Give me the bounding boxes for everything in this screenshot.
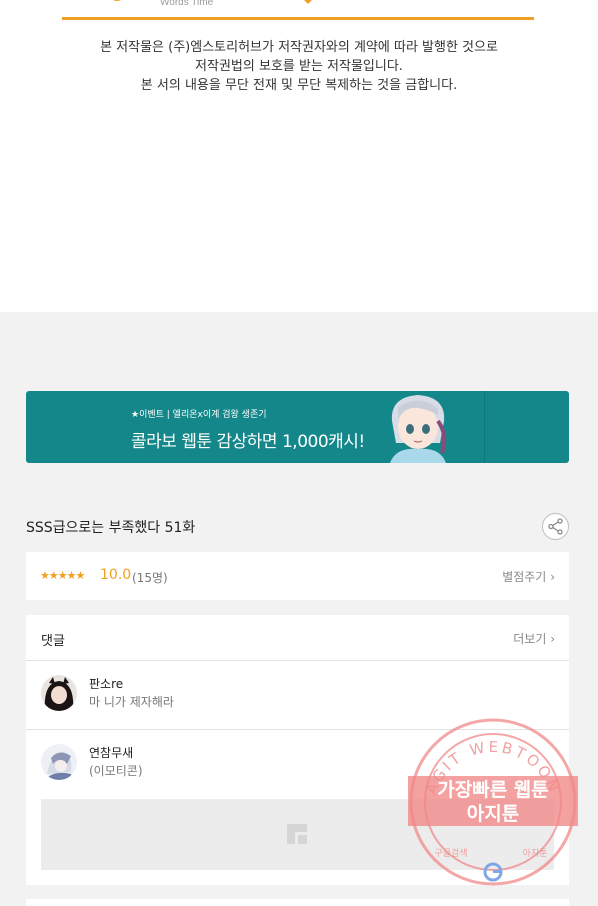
- logo-divider: [62, 17, 534, 20]
- banner-divider: [484, 391, 485, 463]
- svg-text:구글검색: 구글검색: [434, 847, 467, 859]
- more-button-label: 더보기: [513, 632, 547, 646]
- copyright-notice: 본 저작물은 (주)엠스토리허브가 저작권자와의 계약에 따라 발행한 것으로 …: [0, 38, 598, 95]
- banner-subtitle: ★이벤트 | 엘리온x이계 검왕 생존기: [131, 410, 267, 420]
- logo-emblem-icon: [112, 0, 122, 1]
- rate-button[interactable]: 별점주기 ›: [502, 568, 555, 585]
- comments-title: 댓글: [41, 634, 65, 649]
- rating-stars: ★★★★★: [40, 569, 85, 582]
- image-placeholder-icon: [287, 824, 307, 844]
- comments-more-button[interactable]: 더보기 ›: [513, 630, 555, 647]
- svg-text:아지툰: 아지툰: [523, 848, 548, 859]
- logo-arrow-icon: [304, 0, 312, 4]
- avatar-image: [41, 675, 77, 711]
- comment-author: 판소re: [89, 677, 124, 691]
- share-icon: [548, 518, 563, 535]
- notice-line-2: 저작권법의 보호를 받는 저작물입니다.: [195, 59, 403, 74]
- notice-line-1: 본 저작물은 (주)엠스토리허브가 저작권자와의 계약에 따라 발행한 것으로: [100, 40, 498, 55]
- comment-text: (이모티콘): [89, 764, 143, 778]
- next-card: [26, 899, 569, 906]
- share-button[interactable]: [542, 513, 569, 540]
- avatar[interactable]: [41, 675, 77, 711]
- comments-header: 댓글 더보기 ›: [26, 615, 569, 661]
- chevron-right-icon: ›: [550, 632, 555, 646]
- rating-count: (15명): [132, 571, 168, 585]
- chevron-right-icon: ›: [550, 570, 555, 584]
- comment-text: 마 니가 제자해라: [89, 695, 174, 709]
- logo-subtitle: Words Time: [160, 0, 214, 8]
- watermark-stamp: AGIT WEBTOON 가장빠른 웹툰 아지툰 구글검색 아지툰: [408, 718, 578, 886]
- copyright-area: Words Time 본 저작물은 (주)엠스토리허브가 저작권자와의 계약에 …: [0, 0, 598, 312]
- avatar-image: [41, 744, 77, 780]
- episode-title: SSS급으로는 부족했다 51화: [26, 520, 196, 536]
- notice-line-3: 본 서의 내용을 무단 전재 및 무단 복제하는 것을 금합니다.: [140, 78, 458, 93]
- banner-character-illustration: [390, 395, 447, 463]
- avatar[interactable]: [41, 744, 77, 780]
- event-banner[interactable]: ★이벤트 | 엘리온x이계 검왕 생존기 콜라보 웹툰 감상하면 1,000캐시…: [26, 391, 569, 463]
- rating-card: ★★★★★ 10.0 (15명) 별점주기 ›: [26, 552, 569, 600]
- svg-text:가장빠른 웹툰: 가장빠른 웹툰: [437, 779, 549, 801]
- rate-button-label: 별점주기: [502, 570, 547, 584]
- banner-headline: 콜라보 웹툰 감상하면 1,000캐시!: [131, 432, 365, 452]
- rating-score: 10.0: [100, 567, 132, 583]
- svg-text:아지툰: 아지툰: [467, 803, 519, 825]
- comment-author: 연참무새: [89, 746, 134, 760]
